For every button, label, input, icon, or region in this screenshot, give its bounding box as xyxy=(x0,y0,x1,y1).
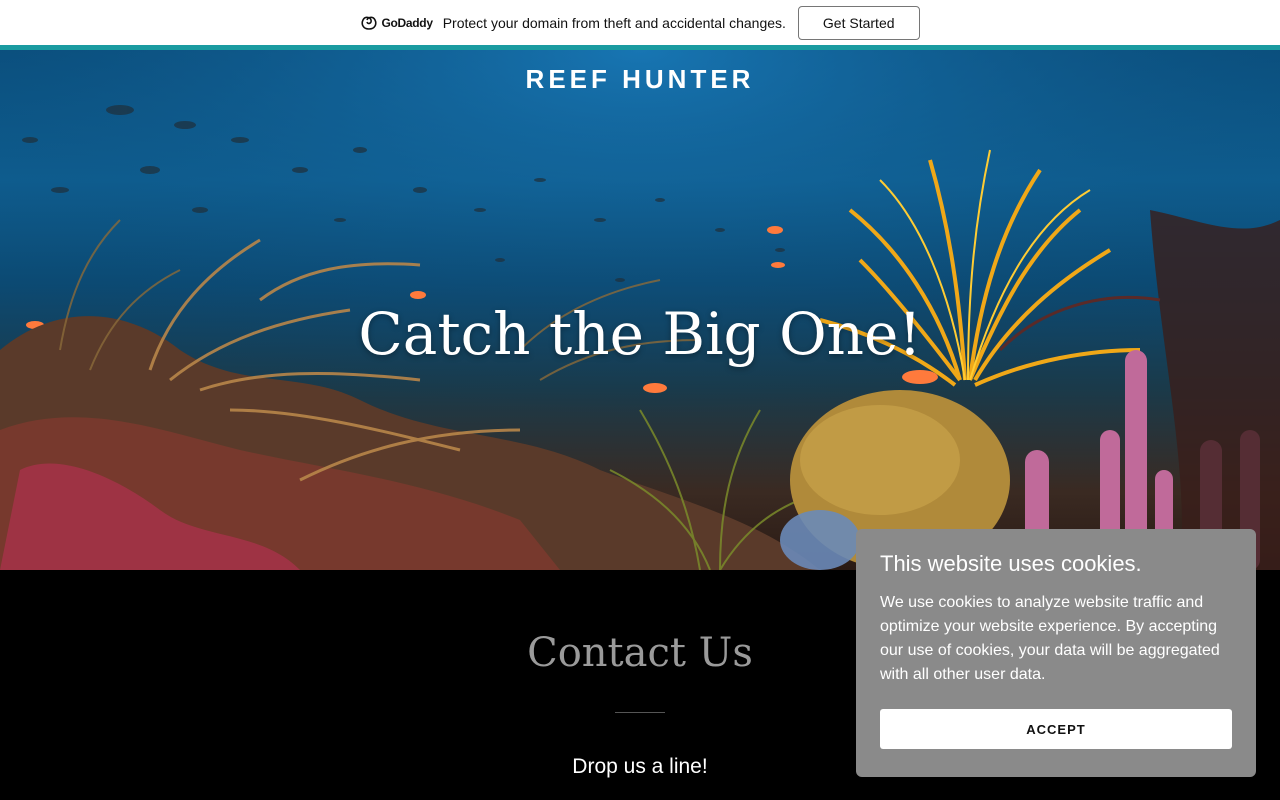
contact-divider xyxy=(615,712,665,713)
hero-section: REEF HUNTER Catch the Big One! xyxy=(0,50,1280,570)
get-started-button[interactable]: Get Started xyxy=(797,5,920,40)
cookie-banner-body: We use cookies to analyze website traffi… xyxy=(880,594,1220,683)
promo-message: Protect your domain from theft and accid… xyxy=(442,14,786,31)
site-title[interactable]: REEF HUNTER xyxy=(0,64,1280,95)
godaddy-logo[interactable]: GoDaddy xyxy=(360,15,433,31)
accept-cookies-button[interactable]: ACCEPT xyxy=(880,709,1232,749)
cookie-banner: This website uses cookies. We use cookie… xyxy=(856,529,1256,777)
godaddy-icon xyxy=(361,16,378,30)
cookie-banner-title: This website uses cookies. xyxy=(880,551,1142,576)
hero-headline: Catch the Big One! xyxy=(358,300,922,368)
promo-bar: GoDaddy Protect your domain from theft a… xyxy=(0,0,1280,45)
godaddy-wordmark: GoDaddy xyxy=(381,15,433,30)
